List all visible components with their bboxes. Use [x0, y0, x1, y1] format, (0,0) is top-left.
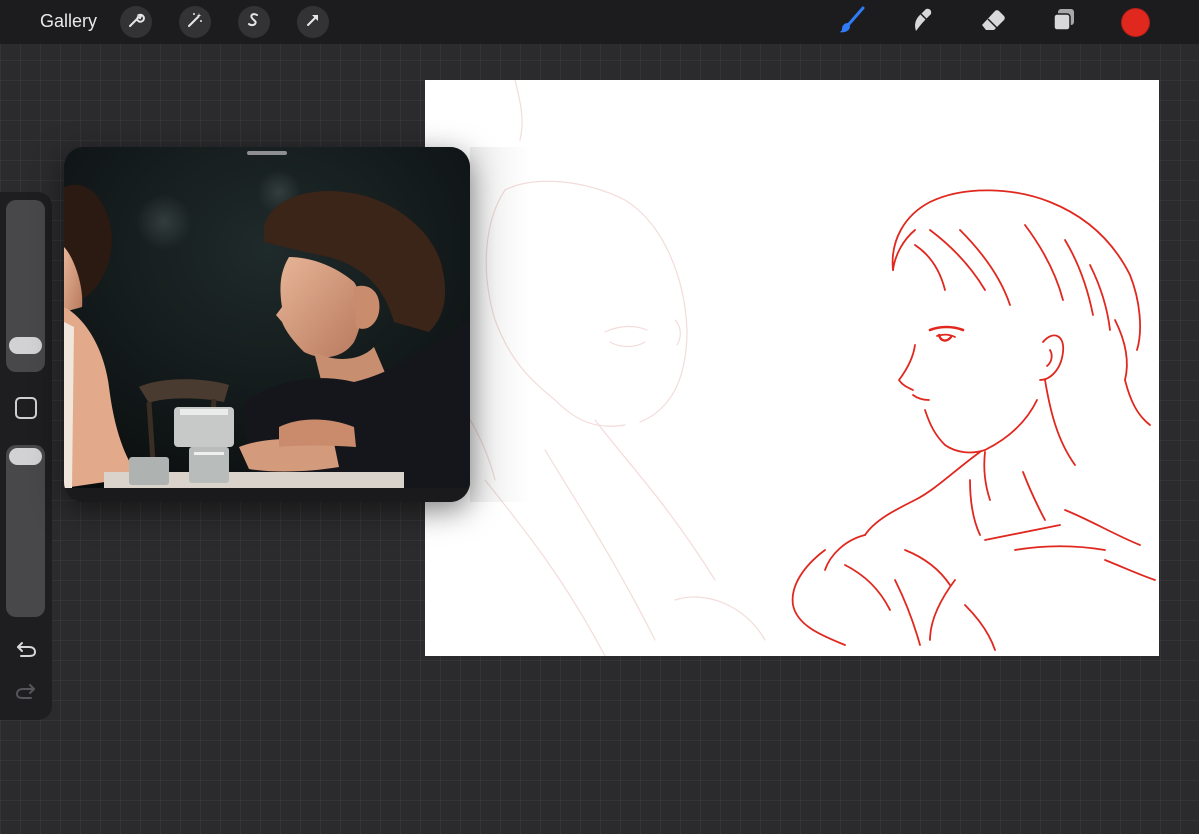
adjustments-button[interactable]: [179, 6, 211, 38]
red-sketch-layer: [791, 189, 1156, 651]
faint-sketch-layer: [444, 80, 766, 656]
eraser-icon: [978, 5, 1008, 40]
gallery-button[interactable]: Gallery: [40, 11, 97, 32]
reference-window[interactable]: [64, 147, 470, 502]
eraser-tool[interactable]: [976, 6, 1010, 38]
drawing-canvas[interactable]: [425, 80, 1159, 656]
layers-tool[interactable]: [1047, 6, 1081, 38]
smudge-tool[interactable]: [905, 6, 939, 38]
transform-button[interactable]: [297, 6, 329, 38]
modify-button[interactable]: [15, 397, 37, 419]
layers-icon: [1049, 5, 1079, 40]
reference-bottom-bar: [64, 488, 470, 502]
brush-tool[interactable]: [834, 6, 868, 38]
brush-icon: [836, 5, 866, 40]
undo-button[interactable]: [12, 638, 40, 664]
brush-size-thumb[interactable]: [9, 337, 42, 355]
opacity-thumb[interactable]: [9, 448, 42, 465]
transform-arrow-icon: [304, 11, 322, 34]
top-toolbar: Gallery: [0, 0, 1199, 44]
brush-size-slider[interactable]: [6, 200, 45, 372]
color-picker-button[interactable]: [1121, 8, 1150, 37]
opacity-slider[interactable]: [6, 445, 45, 617]
magic-wand-icon: [186, 11, 204, 34]
selection-button[interactable]: [238, 6, 270, 38]
canvas-sketch: [444, 80, 1156, 656]
redo-icon: [15, 681, 37, 706]
actions-button[interactable]: [120, 6, 152, 38]
undo-icon: [15, 639, 37, 664]
reference-drag-handle[interactable]: [247, 151, 287, 155]
selection-icon: [245, 11, 263, 34]
reference-photo: [64, 147, 470, 488]
left-sidebar: [0, 192, 52, 720]
wrench-icon: [127, 11, 145, 34]
smudge-icon: [907, 5, 937, 40]
redo-button[interactable]: [12, 680, 40, 706]
